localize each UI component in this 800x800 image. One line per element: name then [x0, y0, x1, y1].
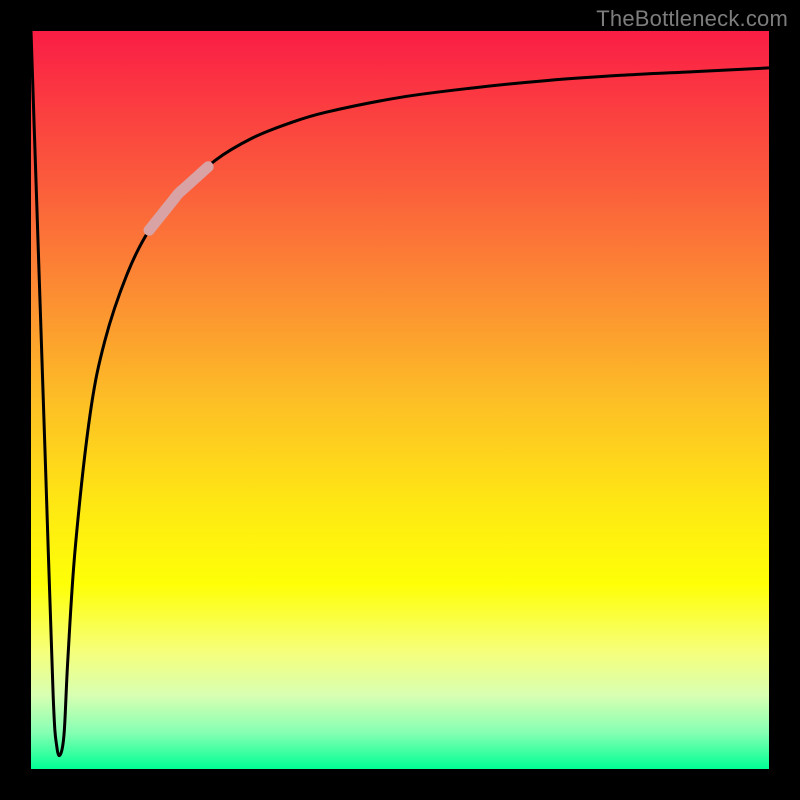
curve-layer: [31, 31, 769, 769]
bottleneck-curve: [31, 31, 769, 756]
watermark-label: TheBottleneck.com: [596, 6, 788, 32]
highlight-segment: [149, 167, 208, 230]
plot-area: [31, 31, 769, 769]
chart-canvas: TheBottleneck.com: [0, 0, 800, 800]
